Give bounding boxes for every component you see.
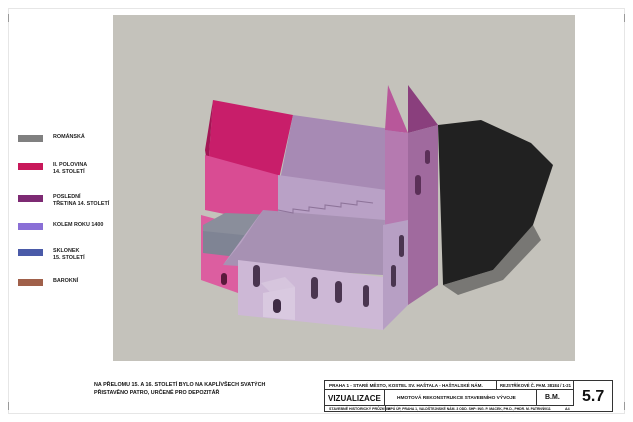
choir-window: [221, 273, 227, 285]
tb-location: PRAHA 1 - STARÉ MĚSTO, KOSTEL SV. HAŠTAL…: [329, 383, 483, 388]
aisle-window: [335, 281, 342, 303]
legend-swatch: [18, 279, 43, 286]
cast-shadow: [438, 120, 553, 285]
tower-window: [415, 175, 421, 195]
legend-swatch: [18, 223, 43, 230]
legend-item-posledni-tretina: POSLEDNÍ TŘETINA 14. STOLETÍ: [18, 194, 109, 208]
cut-mark: [624, 14, 625, 22]
legend-label: II. POLOVINA 14. STOLETÍ: [53, 162, 88, 175]
tb-year: 2011: [543, 407, 551, 411]
cut-mark: [8, 14, 9, 22]
legend-swatch: [18, 135, 43, 142]
legend-item-barokni: BAROKNÍ: [18, 278, 78, 286]
tb-registry: REJSTŘÍKOVÉ Č. PAM. 38184 / 1-21: [500, 383, 571, 388]
legend-item-ii-polovina: II. POLOVINA 14. STOLETÍ: [18, 162, 87, 176]
legend-label: BAROKNÍ: [53, 278, 79, 284]
aisle-window: [363, 285, 369, 307]
tb-authors: NPÚ ÚP, PRAHA 1, VALDŠTEJNSKÉ NÁM. 3 ODD…: [388, 407, 545, 411]
porch-door: [273, 299, 281, 313]
legend-label: POSLEDNÍ TŘETINA 14. STOLETÍ: [53, 194, 110, 207]
legend-swatch: [18, 249, 43, 256]
church-model: [201, 85, 553, 330]
legend-label: SKLONEK 15. STOLETÍ: [53, 248, 85, 261]
aisle-window: [253, 265, 260, 287]
tower-wall-side: [408, 125, 438, 305]
cut-mark: [624, 402, 625, 410]
legend-swatch: [18, 163, 43, 170]
tb-initials: B.M.: [545, 394, 560, 401]
church-visualization: [113, 15, 575, 361]
cut-mark: [8, 402, 9, 410]
tower-window: [425, 150, 430, 164]
legend-label: KOLEM ROKU 1400: [53, 222, 104, 228]
construction-note: NA PŘELOMU 15. A 16. STOLETÍ BYLO NA KAP…: [94, 382, 266, 396]
legend-label: ROMÁNSKÁ: [53, 134, 85, 140]
tower-spire-right: [408, 85, 438, 133]
legend-item-sklonek: SKLONEK 15. STOLETÍ: [18, 248, 85, 262]
aisle-window: [399, 235, 404, 257]
tb-subject: HMOTOVÁ REKONSTRUKCE STAVEBNÍHO VÝVOJE: [397, 396, 516, 401]
legend-swatch: [18, 195, 43, 202]
tb-sheet-number: 5.7: [582, 388, 605, 405]
aisle-window: [391, 265, 396, 287]
tb-survey: STAVEBNĚ HISTORICKÝ PRŮZKUM: [329, 407, 391, 411]
tb-heading: VIZUALIZACE: [328, 394, 381, 403]
aisle-window: [311, 277, 318, 299]
tower-spire-left: [385, 85, 408, 133]
tb-format: A4: [565, 407, 570, 411]
title-block: PRAHA 1 - STARÉ MĚSTO, KOSTEL SV. HAŠTAL…: [324, 380, 613, 412]
legend-item-kolem-1400: KOLEM ROKU 1400: [18, 222, 103, 230]
legend-item-romanska: ROMÁNSKÁ: [18, 134, 85, 142]
tb-authors-cell: [385, 406, 386, 412]
